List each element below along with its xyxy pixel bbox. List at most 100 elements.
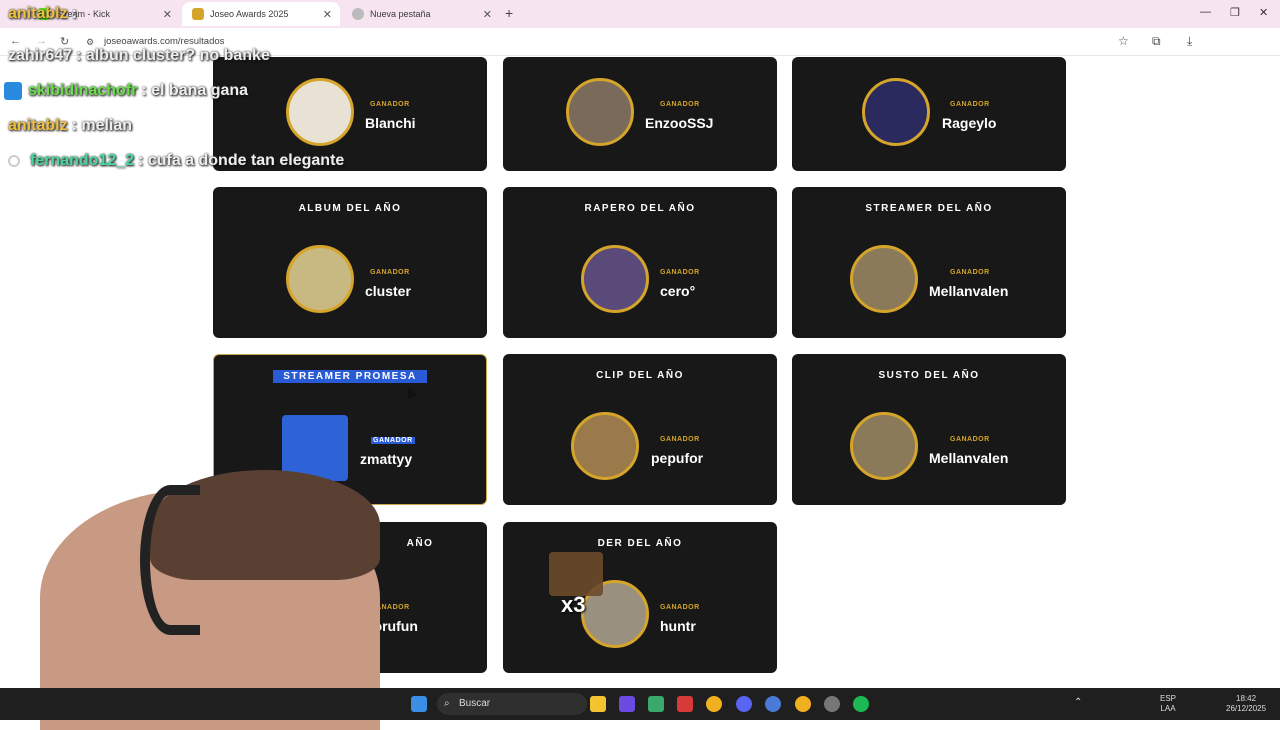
lang-top: ESP (1160, 694, 1177, 703)
badge-icon (4, 82, 22, 100)
browser-tab-bar: Stream - Kick ✕ Joseo Awards 2025 ✕ Nuev… (0, 0, 1280, 28)
close-icon[interactable]: ✕ (163, 8, 172, 21)
winner-label: GANADOR (660, 101, 700, 108)
award-title: STREAMER PROMESA (214, 370, 486, 383)
tab-nueva-pestana[interactable]: Nueva pestaña ✕ (342, 2, 500, 26)
badge-icon (8, 154, 20, 167)
chat-message: : cufa a donde tan elegante (138, 152, 345, 169)
download-icon[interactable]: ⤓ (1187, 34, 1192, 49)
chevron-up-icon[interactable]: ⌃ (1074, 698, 1082, 708)
winner-label: GANADOR (660, 436, 700, 443)
emote-overlay (549, 552, 603, 596)
award-title: STREAMER DEL AÑO (865, 203, 993, 214)
award-title: ALBUM DEL AÑO (298, 203, 402, 214)
tab-joseo-awards[interactable]: Joseo Awards 2025 ✕ (182, 2, 340, 26)
close-icon[interactable]: ✕ (483, 8, 492, 21)
award-title-text: STREAMER PROMESA (273, 370, 427, 383)
winner-avatar (286, 78, 354, 146)
winner-name: cluster (365, 283, 411, 299)
app-icon[interactable] (619, 696, 635, 712)
winner-avatar (581, 245, 649, 313)
chat-user: anitablz (8, 5, 68, 22)
winner-name: Mellanvalen (929, 450, 1009, 466)
winner-label: GANADOR (950, 436, 990, 443)
chat-line: zahir647: albun cluster? no banke (8, 47, 270, 65)
winner-label: GANADOR (371, 437, 415, 444)
winner-name: Blanchi (365, 115, 416, 131)
headphones-icon (140, 485, 200, 635)
webcam-overlay: ado (0, 470, 390, 730)
office-icon[interactable] (677, 696, 693, 712)
new-tab-button[interactable]: + (505, 5, 513, 21)
time: 18:42 (1236, 694, 1257, 703)
tab-label: Joseo Awards 2025 (210, 9, 289, 19)
chrome-active-icon[interactable] (795, 696, 811, 712)
chat-user: zahir647 (8, 47, 73, 64)
award-card[interactable]: DER DEL AÑO x3 GANADOR huntr (503, 522, 777, 673)
chrome-icon[interactable] (706, 696, 722, 712)
winner-name: Mellanvalen (929, 283, 1009, 299)
chat-message: : albun cluster? no banke (76, 47, 270, 64)
chat-user: skibidinachofr (28, 82, 138, 100)
winner-name: pepufor (651, 450, 704, 466)
award-card[interactable]: GANADOR EnzooSSJ (503, 57, 777, 171)
lang-bottom: LAA (1160, 704, 1176, 713)
winner-avatar (862, 78, 930, 146)
taskbar-search[interactable]: ⌕ Buscar (437, 693, 587, 715)
winner-name: cero° (660, 283, 696, 299)
award-card[interactable]: GANADOR Rageylo (792, 57, 1066, 171)
spotify-icon[interactable] (853, 696, 869, 712)
chat-line: skibidinachofr: el bana gana (4, 82, 248, 100)
discord-icon[interactable] (736, 696, 752, 712)
winner-label: GANADOR (370, 101, 410, 108)
award-card[interactable]: STREAMER DEL AÑO GANADOR Mellanvalen (792, 187, 1066, 338)
chat-line: anitablz: (8, 5, 77, 23)
winner-label: GANADOR (370, 269, 410, 276)
forward-icon[interactable]: → (36, 35, 47, 47)
award-card[interactable]: CLIP DEL AÑO GANADOR pepufor (503, 354, 777, 505)
winner-label: GANADOR (950, 269, 990, 276)
winner-label: GANADOR (660, 604, 700, 611)
chat-line: anitablz: melian (8, 117, 132, 135)
clock[interactable]: 18:42 26/12/2025 (1226, 694, 1266, 714)
award-title: RAPERO DEL AÑO (584, 203, 696, 214)
url-field[interactable]: joseoawards.com/resultados (104, 36, 224, 47)
close-icon[interactable]: ✕ (323, 8, 332, 21)
award-title: SUSTO DEL AÑO (878, 370, 980, 381)
close-window-icon[interactable]: ✕ (1259, 6, 1268, 19)
store-icon[interactable] (648, 696, 664, 712)
award-title: CLIP DEL AÑO (596, 370, 684, 381)
winner-avatar (571, 412, 639, 480)
winner-label: GANADOR (660, 269, 700, 276)
file-explorer-icon[interactable] (590, 696, 606, 712)
obs-icon[interactable] (824, 696, 840, 712)
awards-icon (192, 8, 204, 20)
winner-label: GANADOR (950, 101, 990, 108)
winner-name: zmattyy (360, 451, 413, 467)
globe-icon (352, 8, 364, 20)
chat-user: anitablz (8, 117, 68, 134)
winner-name: huntr (660, 618, 696, 634)
winner-avatar (850, 412, 918, 480)
award-card[interactable]: SUSTO DEL AÑO GANADOR Mellanvalen (792, 354, 1066, 505)
winner-avatar (850, 245, 918, 313)
back-icon[interactable]: ← (10, 35, 21, 47)
extensions-icon[interactable]: ⧉ (1152, 34, 1161, 49)
award-card[interactable]: RAPERO DEL AÑO GANADOR cero° (503, 187, 777, 338)
windows-start-icon[interactable] (411, 696, 427, 712)
maximize-icon[interactable]: ❐ (1230, 6, 1240, 19)
winner-avatar (286, 245, 354, 313)
emote-multiplier: x3 (561, 592, 586, 617)
search-icon: ⌕ (444, 698, 450, 709)
language-indicator[interactable]: ESP LAA (1160, 694, 1176, 714)
app-icon[interactable] (765, 696, 781, 712)
date: 26/12/2025 (1226, 704, 1267, 713)
chat-message: : melian (71, 117, 133, 134)
minimize-icon[interactable]: — (1200, 6, 1211, 18)
chat-user: fernando12_2 (30, 152, 135, 169)
taskbar: ⌕ Buscar ⌃ ESP LAA 18:42 26/12/2025 (0, 688, 1280, 720)
bookmark-star-icon[interactable]: ☆ (1118, 34, 1129, 48)
award-card[interactable]: ALBUM DEL AÑO GANADOR cluster (213, 187, 487, 338)
winner-name: EnzooSSJ (645, 115, 714, 131)
tab-label: Nueva pestaña (370, 9, 431, 19)
